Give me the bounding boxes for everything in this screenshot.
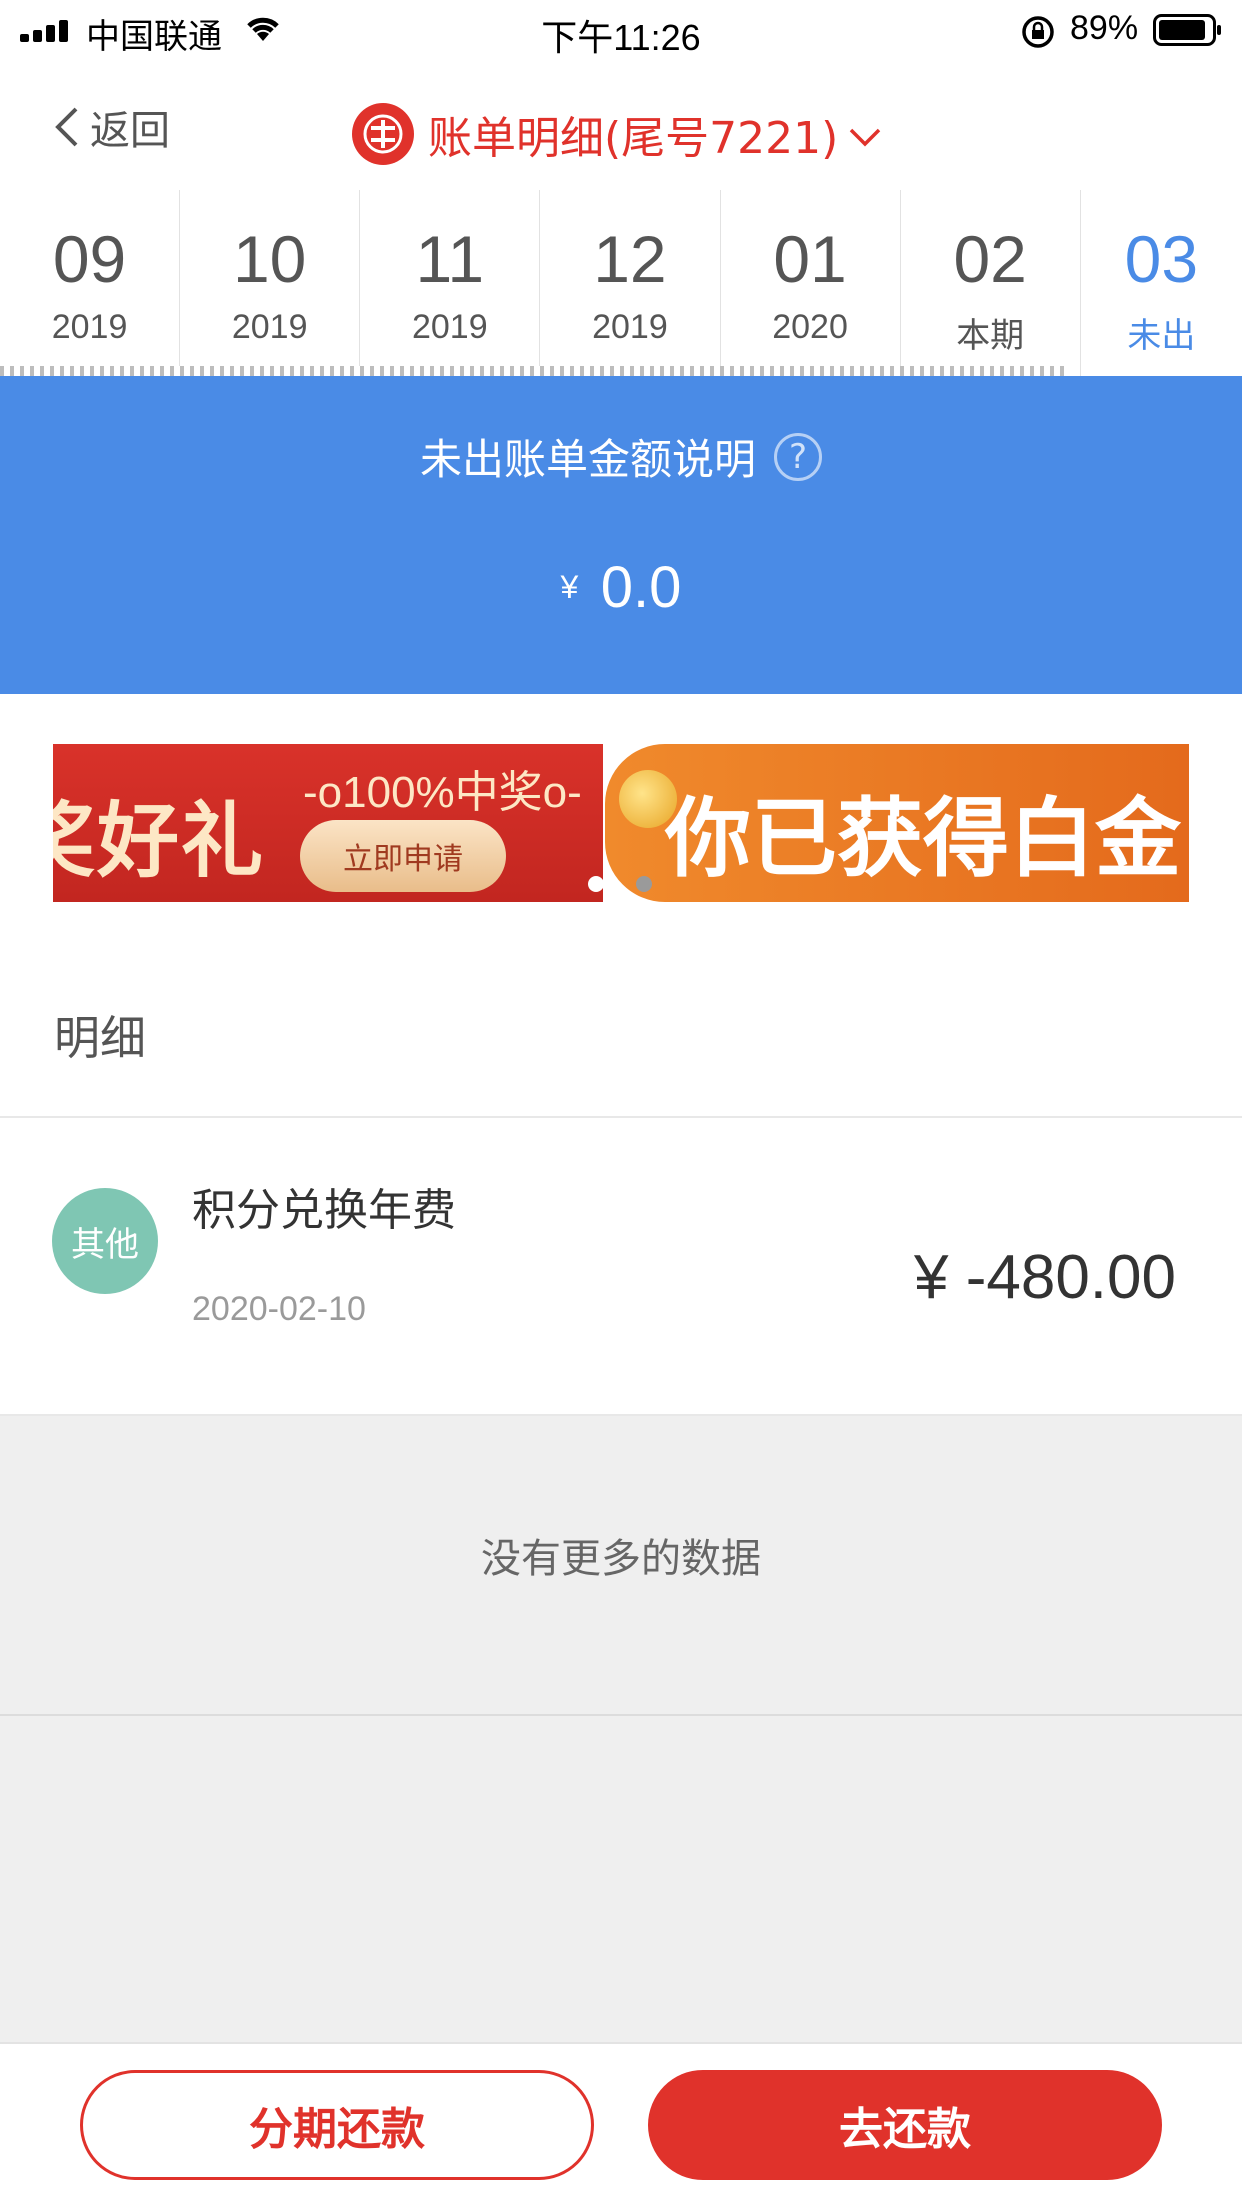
battery-percent: 89% bbox=[1070, 9, 1139, 47]
month-number: 10 bbox=[232, 222, 307, 296]
promo-banner-prize[interactable]: 奖好礼 -o100%中奖o- 立即申请 bbox=[53, 744, 603, 902]
month-tab-2019-12[interactable]: 12 2019 bbox=[540, 190, 721, 376]
month-sub: 2019 bbox=[592, 308, 668, 346]
month-tab-unbilled[interactable]: 03 未出 bbox=[1081, 190, 1242, 376]
month-sub: 未出 bbox=[1127, 317, 1196, 355]
month-sub: 2019 bbox=[411, 308, 488, 346]
month-tab-2019-11[interactable]: 11 2019 bbox=[360, 190, 541, 376]
month-tab-current[interactable]: 02 本期 bbox=[901, 190, 1081, 376]
section-title: 明细 bbox=[54, 1011, 146, 1065]
perforated-edge bbox=[0, 366, 1064, 376]
unbilled-summary: 未出账单金额说明 ? ¥ 0.0 bbox=[0, 376, 1242, 694]
transaction-description: 积分兑换年费 bbox=[192, 1185, 456, 1236]
month-tabs: 09 2019 10 2019 11 2019 12 2019 01 2020 … bbox=[0, 190, 1242, 376]
chevron-left-icon bbox=[55, 107, 78, 147]
month-sub: 本期 bbox=[956, 317, 1025, 355]
carousel-dot[interactable] bbox=[636, 876, 652, 892]
month-number: 11 bbox=[415, 222, 485, 296]
month-sub: 2019 bbox=[51, 308, 128, 346]
currency-symbol: ¥ bbox=[560, 569, 579, 605]
month-tab-2019-10[interactable]: 10 2019 bbox=[180, 190, 361, 376]
help-icon[interactable]: ? bbox=[774, 432, 822, 481]
repay-button[interactable]: 去还款 bbox=[648, 2070, 1162, 2180]
card-selector[interactable]: 账单明细(尾号7221) bbox=[352, 102, 882, 166]
no-more-data-text: 没有更多的数据 bbox=[481, 1536, 761, 1582]
transaction-date: 2020-02-10 bbox=[192, 1290, 366, 1328]
banner-headline: 奖好礼 bbox=[53, 794, 266, 889]
orientation-lock-icon bbox=[1022, 16, 1054, 48]
bottom-action-bar: 分期还款 去还款 bbox=[0, 2042, 1242, 2208]
back-button[interactable]: 返回 bbox=[54, 98, 170, 156]
unbilled-label: 未出账单金额说明 bbox=[419, 435, 756, 484]
transaction-row[interactable]: 其他 积分兑换年费 2020-02-10 ¥ -480.00 bbox=[0, 1118, 1242, 1414]
month-tab-2019-09[interactable]: 09 2019 bbox=[0, 190, 181, 376]
list-footer-area bbox=[0, 1416, 1242, 2042]
month-number: 12 bbox=[593, 222, 667, 296]
month-number: 09 bbox=[52, 222, 127, 296]
banner-prize-text: -o100%中奖o- bbox=[303, 768, 582, 817]
battery-icon bbox=[1153, 14, 1221, 46]
page-title: 账单明细(尾号7221) bbox=[428, 113, 839, 164]
status-bar: 中国联通 下午11:26 89% bbox=[0, 0, 1242, 60]
chevron-down-icon bbox=[850, 128, 881, 147]
unbilled-amount: 0.0 bbox=[600, 555, 682, 620]
carousel-dot-active[interactable] bbox=[588, 876, 604, 892]
unbilled-amount-row: ¥ 0.0 bbox=[0, 554, 1242, 621]
banner-headline: 你已获得白金 bbox=[665, 789, 1181, 889]
installment-button[interactable]: 分期还款 bbox=[80, 2070, 594, 2180]
transaction-amount: ¥ -480.00 bbox=[914, 1243, 1176, 1312]
category-badge: 其他 bbox=[52, 1188, 158, 1294]
month-number: 03 bbox=[1124, 222, 1199, 296]
apply-now-button[interactable]: 立即申请 bbox=[300, 820, 506, 892]
month-sub: 2020 bbox=[772, 308, 848, 346]
back-label: 返回 bbox=[90, 109, 170, 153]
promo-carousel[interactable]: 奖好礼 -o100%中奖o- 立即申请 你已获得白金 bbox=[53, 744, 1189, 902]
month-number: 01 bbox=[773, 222, 847, 296]
divider bbox=[0, 1714, 1242, 1716]
nav-bar: 返回 账单明细(尾号7221) bbox=[0, 60, 1242, 190]
bank-logo-icon bbox=[352, 103, 414, 165]
month-sub: 2019 bbox=[231, 308, 308, 346]
promo-banner-platinum[interactable]: 你已获得白金 bbox=[605, 744, 1189, 902]
month-number: 02 bbox=[953, 222, 1027, 296]
month-tab-2020-01[interactable]: 01 2020 bbox=[721, 190, 901, 376]
unbilled-label-row[interactable]: 未出账单金额说明 ? bbox=[0, 426, 1242, 487]
